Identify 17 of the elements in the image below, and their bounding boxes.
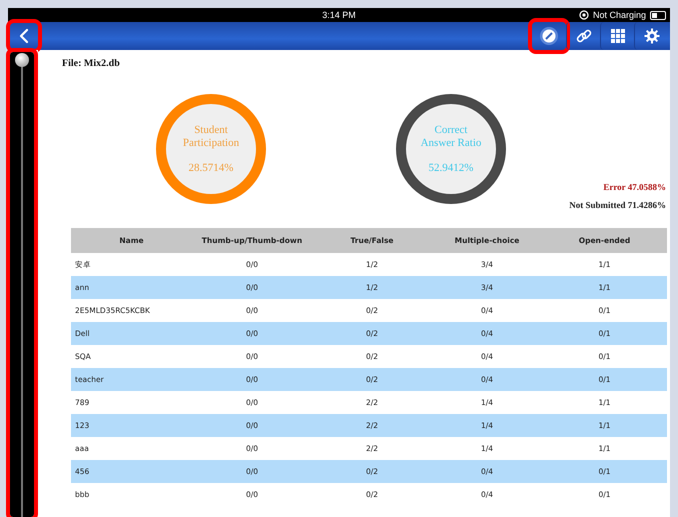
pen-circle-icon: [540, 27, 558, 45]
stat-title: Student Participation: [182, 124, 240, 150]
stat-value: 52.9412%: [428, 162, 474, 174]
orientation-lock-icon: [578, 10, 589, 20]
battery-icon: [650, 10, 666, 20]
status-time: 3:14 PM: [322, 10, 356, 20]
slider-knob[interactable]: [15, 53, 29, 67]
grid-icon: [610, 29, 624, 43]
link-icon: [576, 28, 592, 44]
gear-settings-icon: [644, 28, 660, 44]
back-chevron-icon: [19, 28, 29, 44]
stat-title: Correct Answer Ratio: [420, 124, 482, 150]
stat-value: 28.5714%: [188, 162, 234, 174]
not-submitted-summary: Not Submitted 71.4286%: [569, 200, 666, 210]
file-label: File: Mix2.db: [62, 58, 121, 71]
error-summary: Error 47.0588%: [603, 182, 666, 192]
charging-status: Not Charging: [592, 10, 646, 20]
